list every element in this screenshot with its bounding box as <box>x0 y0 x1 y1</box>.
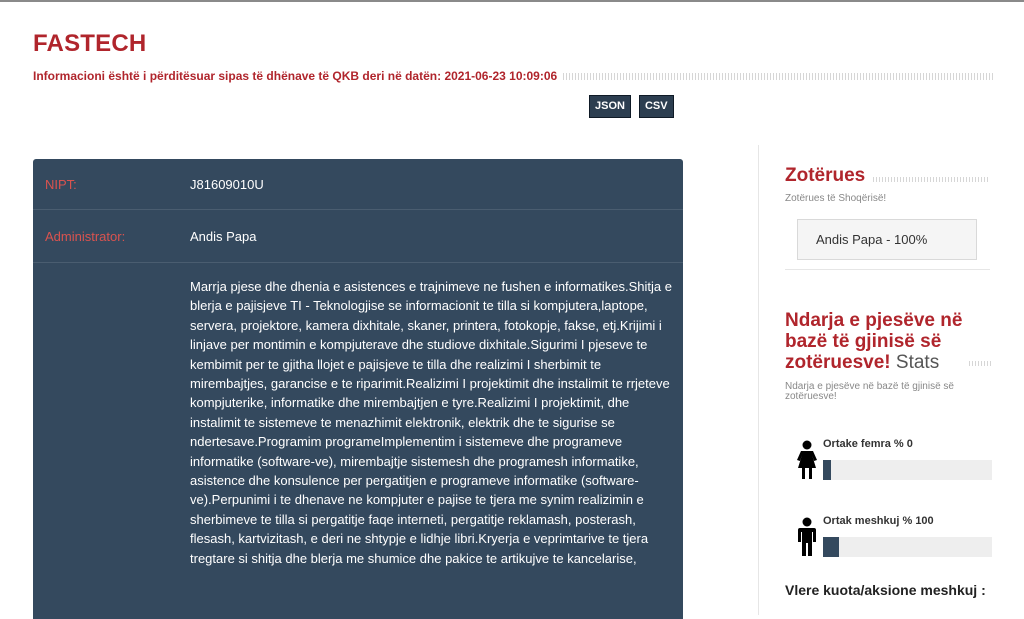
nipt-label: NIPT: <box>45 176 77 192</box>
decorative-hatch <box>969 361 991 366</box>
gender-split-heading: Ndarja e pjesëve në bazë të gjinisë së z… <box>785 310 995 373</box>
gender-split-subtitle: Ndarja e pjesëve në bazë të gjinisë së z… <box>785 381 954 402</box>
top-border <box>0 0 1024 2</box>
activity-row: Marrja pjese dhe dhenia e asistences e t… <box>33 263 683 568</box>
json-export-button[interactable]: JSON <box>589 95 631 118</box>
owner-item[interactable]: Andis Papa - 100% <box>797 219 977 260</box>
activity-description: Marrja pjese dhe dhenia e asistences e t… <box>190 279 672 566</box>
female-progress-fill <box>823 460 831 480</box>
update-info: Informacioni është i përditësuar sipas t… <box>33 68 993 84</box>
nipt-row: NIPT: J81609010U <box>33 159 683 210</box>
administrator-label: Administrator: <box>45 228 126 244</box>
owners-heading-row: Zotërues <box>785 165 990 187</box>
female-progress-bar <box>823 460 992 480</box>
page-title: FASTECH <box>33 30 147 57</box>
owners-heading: Zotërues <box>785 165 866 186</box>
owners-subtitle: Zotërues të Shoqërisë! <box>785 193 887 204</box>
female-stat-label: Ortake femra % 0 <box>823 438 913 450</box>
administrator-value: Andis Papa <box>190 228 257 244</box>
quota-heading: Vlere kuota/aksione meshkuj : <box>785 582 986 598</box>
female-stat: Ortake femra % 0 <box>797 438 993 480</box>
administrator-row: Administrator: Andis Papa <box>33 210 683 263</box>
export-buttons: JSON CSV <box>589 95 674 118</box>
stats-word: Stats <box>895 352 940 373</box>
decorative-hatch <box>563 72 993 80</box>
male-stat: Ortak meshkuj % 100 <box>797 515 993 557</box>
decorative-hatch <box>873 176 990 182</box>
male-progress-fill <box>823 537 839 557</box>
male-progress-bar <box>823 537 992 557</box>
nipt-value: J81609010U <box>190 176 264 192</box>
activity-label-spacer <box>33 277 190 568</box>
sidebar: Zotërues Zotërues të Shoqërisë! Andis Pa… <box>758 145 1001 615</box>
update-info-text: Informacioni është i përditësuar sipas t… <box>33 69 558 83</box>
csv-export-button[interactable]: CSV <box>638 95 674 118</box>
company-info-panel: NIPT: J81609010U Administrator: Andis Pa… <box>33 159 683 619</box>
male-stat-label: Ortak meshkuj % 100 <box>823 515 934 527</box>
divider <box>785 269 990 270</box>
